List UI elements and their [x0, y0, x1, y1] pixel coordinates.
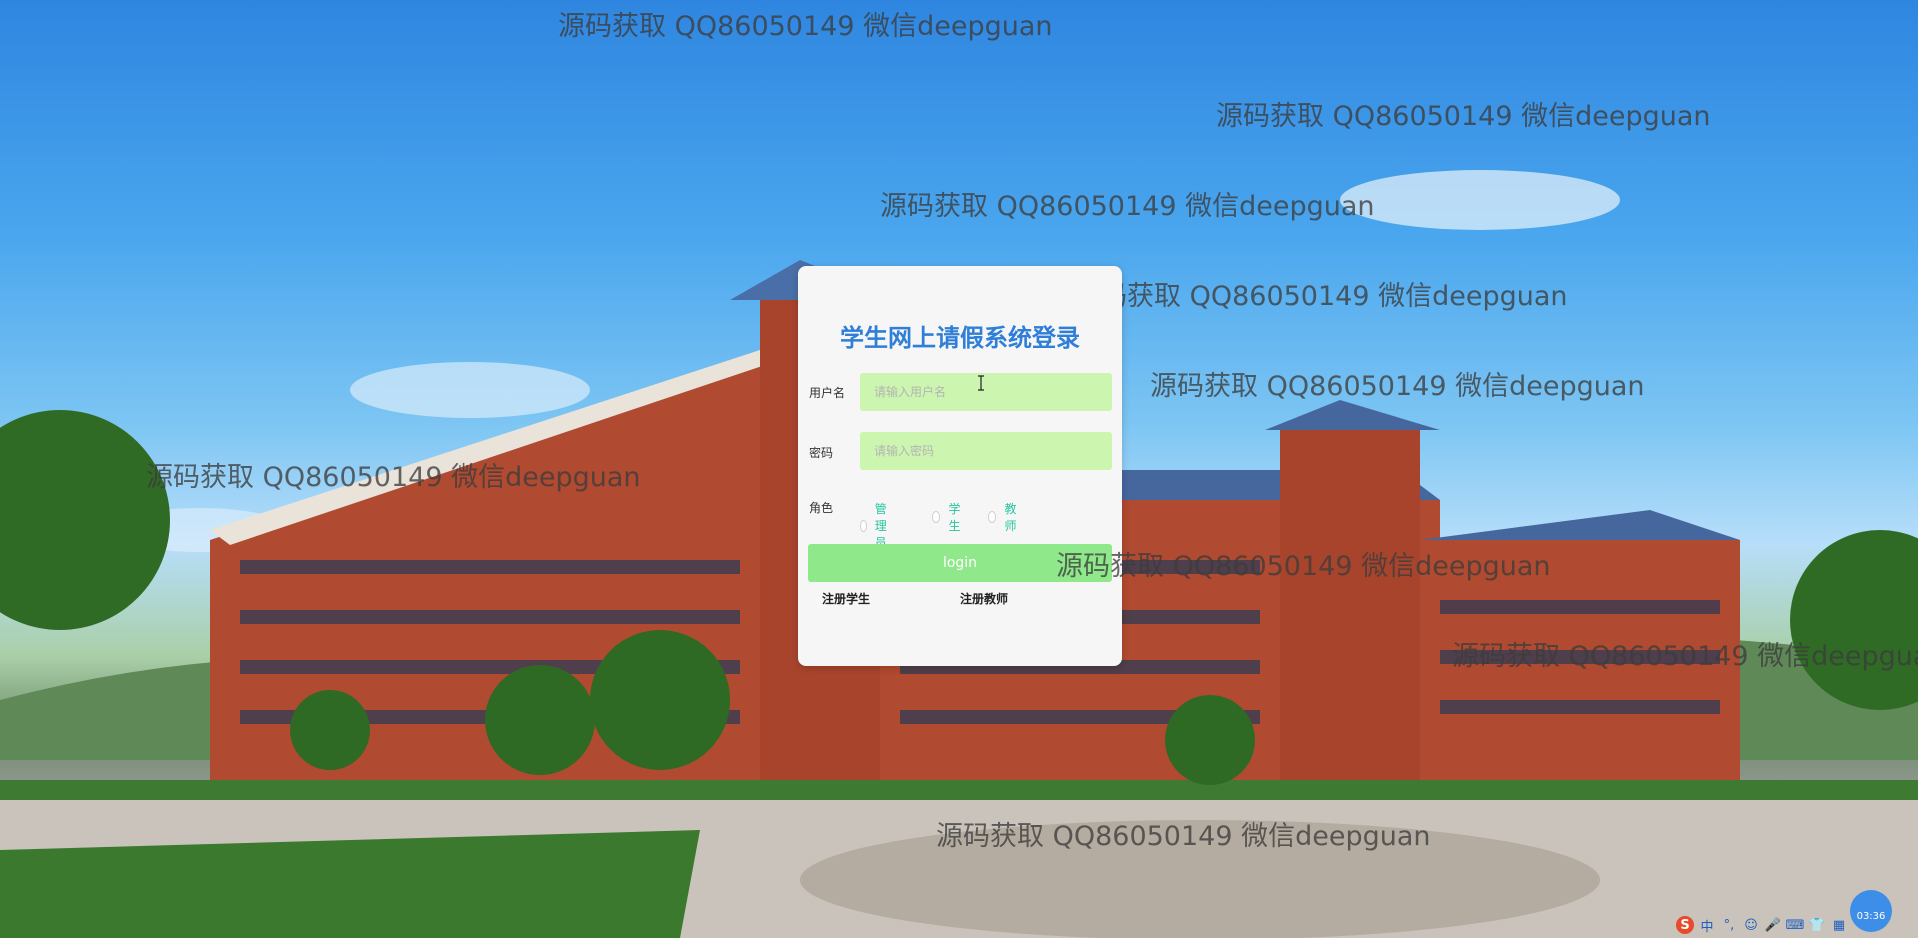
role-option-label[interactable]: 学生: [948, 500, 964, 534]
register-teacher-link[interactable]: 注册教师: [960, 590, 1008, 607]
login-card: 学生网上请假系统登录 用户名 密码 角色 管理员 学生 教师 login 注册学…: [798, 266, 1122, 666]
username-input[interactable]: [860, 373, 1112, 411]
keyboard-icon[interactable]: ⌨: [1786, 916, 1805, 934]
chinese-mode-icon[interactable]: 中: [1698, 916, 1716, 935]
radio-circle[interactable]: [860, 519, 867, 532]
username-label: 用户名: [809, 386, 846, 400]
login-title: 学生网上请假系统登录: [840, 324, 1080, 352]
text-cursor-icon: [978, 375, 984, 391]
role-option-student[interactable]: 学生: [932, 500, 964, 534]
emoji-icon[interactable]: ☺: [1742, 916, 1760, 934]
role-label: 角色: [809, 501, 834, 515]
password-input[interactable]: [860, 432, 1112, 470]
role-option-teacher[interactable]: 教师: [988, 500, 1020, 534]
login-button[interactable]: login: [808, 544, 1112, 582]
role-option-label[interactable]: 教师: [1004, 500, 1020, 534]
toolbox-icon[interactable]: ▦: [1830, 916, 1848, 934]
register-student-link[interactable]: 注册学生: [822, 590, 870, 607]
radio-circle[interactable]: [932, 511, 941, 523]
sogou-input-icon[interactable]: S: [1676, 916, 1694, 934]
microphone-icon[interactable]: 🎤: [1764, 916, 1782, 934]
skin-icon[interactable]: 👕: [1808, 916, 1826, 934]
radio-circle[interactable]: [988, 511, 997, 523]
password-label: 密码: [809, 446, 834, 460]
punctuation-icon[interactable]: °,: [1720, 916, 1738, 934]
ime-toolbar: S 中 °, ☺ 🎤 ⌨ 👕 ▦: [1672, 912, 1918, 938]
